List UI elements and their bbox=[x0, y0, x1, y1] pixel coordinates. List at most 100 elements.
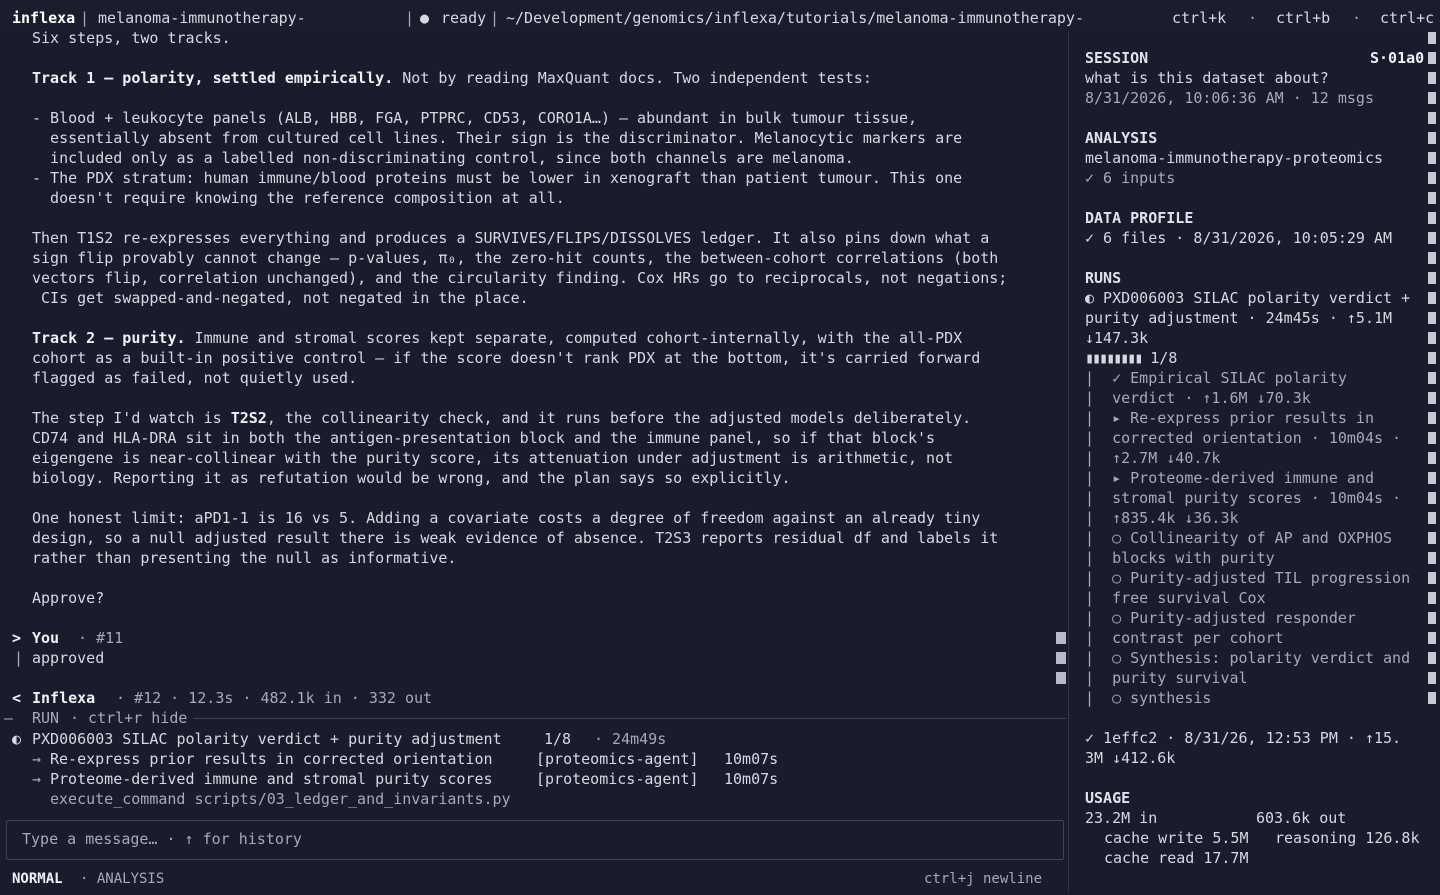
session-meta: 8/31/2026, 10:06:36 AM · 12 msgs bbox=[1085, 89, 1374, 107]
scrollbar-segment[interactable] bbox=[1428, 172, 1436, 184]
transcript-text: Six steps, two tracks. bbox=[32, 29, 231, 47]
scrollbar-segment[interactable] bbox=[1428, 612, 1436, 624]
scrollbar-segment[interactable] bbox=[1428, 532, 1436, 544]
track-heading: Track 1 — polarity, settled empirically. bbox=[32, 69, 394, 87]
bullet-line: included only as a labelled non-discrimi… bbox=[32, 149, 854, 167]
usage-heading: USAGE bbox=[1085, 789, 1131, 807]
scrollbar-segment[interactable] bbox=[1428, 272, 1436, 284]
scrollbar-thumb[interactable] bbox=[1056, 652, 1066, 664]
scrollbar-segment[interactable] bbox=[1428, 52, 1436, 64]
bullet-line: doesn't require knowing the reference co… bbox=[32, 189, 565, 207]
transcript-text: eigengene is near-collinear with the pur… bbox=[32, 449, 954, 467]
scrollbar-segment[interactable] bbox=[1428, 252, 1436, 264]
run-divider bbox=[70, 718, 1066, 719]
tab-title[interactable]: melanoma-immunotherapy- bbox=[98, 8, 306, 28]
tree-item: | ↑835.4k ↓36.3k bbox=[1085, 509, 1239, 527]
run-item: ↓147.3k bbox=[1085, 329, 1149, 347]
scrollbar-segment[interactable] bbox=[1428, 212, 1436, 224]
tree-item: | ↑2.7M ↓40.7k bbox=[1085, 449, 1221, 467]
message-input[interactable]: Type a message… · ↑ for history bbox=[22, 829, 302, 849]
user-label: You bbox=[32, 629, 60, 647]
scrollbar-segment[interactable] bbox=[1428, 392, 1436, 404]
shortcut-sidebar[interactable]: ctrl+b bbox=[1276, 8, 1330, 28]
transcript-text: The step I'd watch is T2S2, the collinea… bbox=[32, 409, 972, 427]
arrow-right-icon: → bbox=[32, 770, 42, 788]
run-title[interactable]: PXD006003 SILAC polarity verdict + purit… bbox=[32, 729, 502, 749]
scrollbar-segment[interactable] bbox=[1428, 652, 1436, 664]
transcript-text: design, so a null adjusted result there … bbox=[32, 529, 999, 547]
scrollbar-segment[interactable] bbox=[1428, 452, 1436, 464]
scrollbar-segment[interactable] bbox=[1428, 592, 1436, 604]
scrollbar-segment[interactable] bbox=[1428, 632, 1436, 644]
tree-item: | ○ Synthesis: polarity verdict and bbox=[1085, 649, 1411, 667]
shortcut-command-palette[interactable]: ctrl+k bbox=[1172, 8, 1226, 28]
scrollbar-segment[interactable] bbox=[1428, 112, 1436, 124]
commit-line: 3M ↓412.6k bbox=[1085, 749, 1176, 767]
scrollbar-segment[interactable] bbox=[1428, 312, 1436, 324]
scrollbar-segment[interactable] bbox=[1428, 352, 1436, 364]
scrollbar-thumb[interactable] bbox=[1056, 632, 1066, 644]
scrollbar-segment[interactable] bbox=[1428, 412, 1436, 424]
reasoning-usage: reasoning 126.8k bbox=[1275, 829, 1420, 847]
transcript-text: biology. Reporting it as refutation woul… bbox=[32, 469, 791, 487]
shortcut-cancel[interactable]: ctrl+c bbox=[1380, 8, 1434, 28]
scrollbar-segment[interactable] bbox=[1428, 72, 1436, 84]
scrollbar-segment[interactable] bbox=[1428, 552, 1436, 564]
analysis-heading: ANALYSIS bbox=[1085, 129, 1158, 147]
scrollbar-segment[interactable] bbox=[1428, 672, 1436, 684]
working-path: ~/Development/genomics/inflexa/tutorials… bbox=[506, 9, 1084, 27]
scrollbar-segment[interactable] bbox=[1428, 332, 1436, 344]
tree-item: | ○ Collinearity of AP and OXPHOS bbox=[1085, 529, 1393, 547]
scrollbar-segment[interactable] bbox=[1428, 492, 1436, 504]
bullet-line: essentially absent from cultured cell li… bbox=[32, 129, 963, 147]
tree-item: | ✓ Empirical SILAC polarity bbox=[1085, 369, 1347, 387]
mode-indicator: NORMAL bbox=[12, 871, 63, 887]
scrollbar-segment[interactable] bbox=[1428, 692, 1436, 704]
run-hide-hint[interactable]: · ctrl+r hide bbox=[70, 708, 194, 728]
panel-divider bbox=[1068, 32, 1069, 892]
scrollbar-segment[interactable] bbox=[1428, 372, 1436, 384]
runs-heading: RUNS bbox=[1085, 269, 1122, 287]
scrollbar-segment[interactable] bbox=[1428, 152, 1436, 164]
scrollbar-segment[interactable] bbox=[1428, 232, 1436, 244]
run-header: RUN bbox=[32, 709, 60, 727]
tree-item[interactable]: | ▸ Proteome-derived immune and bbox=[1085, 468, 1374, 488]
transcript-text: CD74 and HLA-DRA sit in both the antigen… bbox=[32, 429, 936, 447]
app-name: inflexa bbox=[12, 9, 76, 27]
arrow-right-icon: → bbox=[32, 750, 42, 768]
bullet-line: - Blood + leukocyte panels (ALB, HBB, FG… bbox=[32, 109, 918, 127]
newline-hint: ctrl+j newline bbox=[924, 871, 1043, 887]
run-step-time: 10m07s bbox=[724, 750, 779, 768]
transcript-text: CIs get swapped-and-negated, not negated… bbox=[32, 289, 529, 307]
tree-item: | free survival Cox bbox=[1085, 589, 1266, 607]
tree-item: | ○ Purity-adjusted TIL progression bbox=[1085, 569, 1411, 587]
run-item[interactable]: ◐ PXD006003 SILAC polarity verdict + bbox=[1085, 288, 1410, 308]
analysis-name[interactable]: melanoma-immunotherapy-proteomics bbox=[1085, 148, 1383, 168]
tree-item: | ○ synthesis bbox=[1085, 689, 1212, 707]
scrollbar-segment[interactable] bbox=[1428, 132, 1436, 144]
tree-item[interactable]: | ▸ Re-express prior results in bbox=[1085, 408, 1374, 428]
scrollbar-thumb[interactable] bbox=[1056, 672, 1066, 684]
commit-line: ✓ 1effc2 · 8/31/26, 12:53 PM · ↑15. bbox=[1085, 729, 1402, 747]
scrollbar-segment[interactable] bbox=[1428, 192, 1436, 204]
transcript-text: sign flip provably cannot change — p-val… bbox=[32, 249, 999, 267]
scrollbar-segment[interactable] bbox=[1428, 512, 1436, 524]
transcript-text: Then T1S2 re-expresses everything and pr… bbox=[32, 229, 990, 247]
tree-item: | stromal purity scores · 10m04s · bbox=[1085, 489, 1402, 507]
run-step-time: 10m07s bbox=[724, 770, 779, 788]
scrollbar-segment[interactable] bbox=[1428, 92, 1436, 104]
scrollbar-segment[interactable] bbox=[1428, 292, 1436, 304]
transcript-text: Approve? bbox=[32, 589, 105, 607]
transcript-text: vectors flip, correlation unchanged), an… bbox=[32, 269, 1008, 287]
transcript-text: rather than presenting the null as infor… bbox=[32, 549, 457, 567]
divider: | bbox=[490, 9, 500, 27]
transcript-text: Track 2 — purity. Immune and stromal sco… bbox=[32, 329, 963, 347]
scrollbar-segment[interactable] bbox=[1428, 572, 1436, 584]
run-step-agent: [proteomics-agent] bbox=[536, 750, 699, 768]
track-heading: Track 2 — purity. bbox=[32, 329, 186, 347]
scrollbar-segment[interactable] bbox=[1428, 472, 1436, 484]
scrollbar-segment[interactable] bbox=[1428, 432, 1436, 444]
user-prompt-icon: > bbox=[12, 629, 22, 647]
session-question[interactable]: what is this dataset about? bbox=[1085, 68, 1329, 88]
scrollbar-segment[interactable] bbox=[1428, 32, 1436, 44]
